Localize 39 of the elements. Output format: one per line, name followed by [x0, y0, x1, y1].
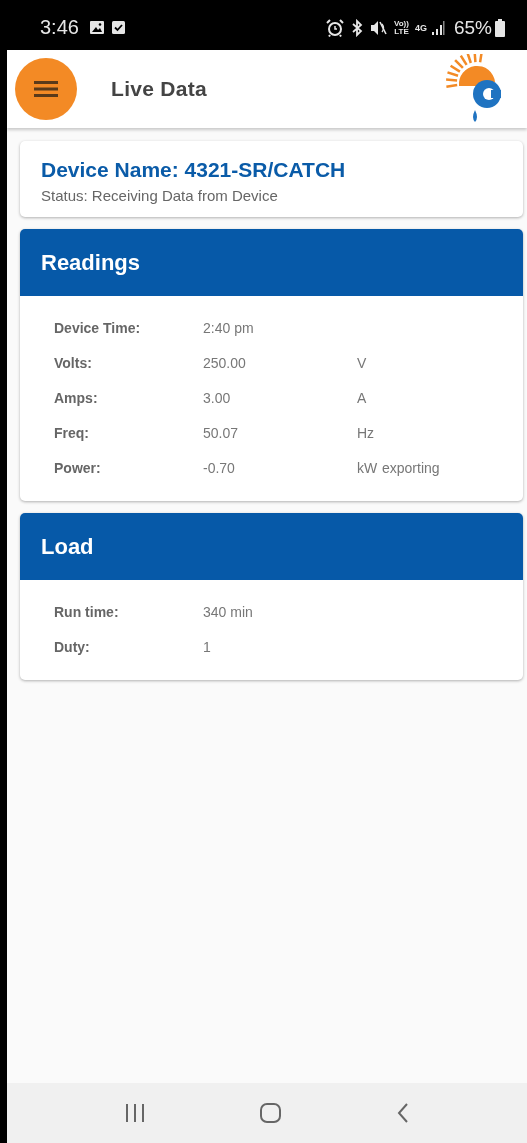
bluetooth-icon: [350, 18, 364, 37]
network-label: 4G: [414, 22, 427, 33]
muted-speaker-icon: [370, 19, 388, 36]
reading-label: Duty:: [54, 638, 91, 655]
reading-value: 3.00: [203, 389, 232, 406]
reading-label: Amps:: [54, 389, 99, 406]
reading-note: exporting: [382, 459, 440, 476]
recent-apps-button[interactable]: [124, 1103, 145, 1123]
reading-value: 2:40 pm: [203, 319, 255, 336]
battery-percent: 65%: [453, 16, 492, 39]
section-header: Readings: [20, 229, 523, 296]
reading-value: 250.00: [203, 354, 247, 371]
reading-unit: V: [357, 354, 368, 371]
reading-label: Device Time:: [54, 319, 142, 336]
reading-value: 1: [203, 638, 212, 655]
checkbox-icon: [110, 20, 126, 35]
menu-icon: [34, 80, 58, 98]
screen-title: Live Data: [111, 77, 208, 101]
device-status: Status: Receiving Data from Device: [41, 187, 279, 204]
reading-label: Run time:: [54, 603, 120, 620]
clock-time: 3:46: [40, 16, 79, 39]
reading-value: -0.70: [203, 459, 236, 476]
back-button[interactable]: [397, 1103, 410, 1123]
reading-value: 50.07: [203, 424, 240, 441]
reading-unit: Hz: [357, 424, 376, 441]
battery-icon: [495, 18, 505, 37]
reading-value: 340 min: [203, 603, 254, 620]
section-header: Load: [20, 513, 523, 580]
signal-icon: [430, 19, 445, 36]
home-button[interactable]: [260, 1103, 282, 1123]
alarm-clock-icon: [326, 18, 344, 37]
device-name: Device Name: 4321-SR/CATCH: [41, 158, 347, 182]
reading-label: Volts:: [54, 354, 93, 371]
reading-unit: A: [357, 389, 368, 406]
reading-label: Power:: [54, 459, 102, 476]
image-icon: [88, 20, 105, 35]
reading-label: Freq:: [54, 424, 90, 441]
volte-label: Vo)) LTE: [394, 19, 409, 36]
reading-unit: kW: [357, 459, 379, 476]
